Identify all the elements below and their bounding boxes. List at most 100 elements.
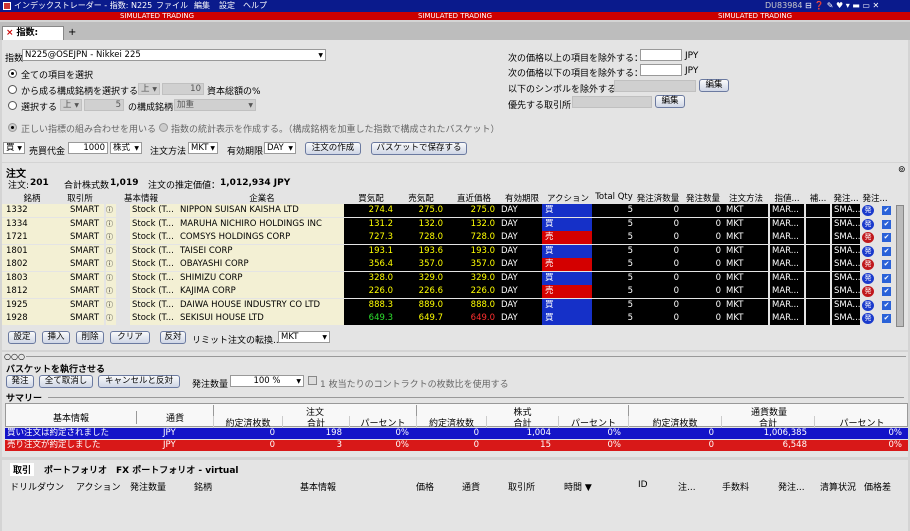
from-direction-select[interactable]: 上: [138, 83, 160, 95]
menu-file[interactable]: ファイル: [156, 0, 188, 12]
column-header-9[interactable]: Total Qty: [592, 192, 636, 202]
transmit-button[interactable]: 発注: [6, 375, 34, 388]
transmit-badge[interactable]: 発: [862, 286, 874, 297]
transmit-badge[interactable]: 発: [862, 299, 874, 311]
trades-header-6[interactable]: 通貨: [462, 480, 480, 493]
column-header-7[interactable]: 有効期限: [500, 192, 544, 204]
column-header-6[interactable]: 直近価格: [448, 192, 500, 204]
orders-scrollbar[interactable]: [896, 205, 904, 327]
transmit-badge[interactable]: 発: [862, 245, 874, 257]
bottom-tab-0[interactable]: 取引: [10, 463, 35, 476]
exclude-below-input[interactable]: [640, 64, 682, 76]
row-checkbox[interactable]: ✔: [882, 219, 891, 229]
menu-edit[interactable]: 編集: [194, 0, 210, 12]
column-header-3[interactable]: 企業名: [180, 192, 344, 204]
row-checkbox[interactable]: ✔: [882, 233, 891, 242]
index-select[interactable]: N225@OSEJPN - Nikkei 225: [22, 49, 326, 61]
detach-icon[interactable]: ⊚: [898, 165, 906, 175]
action-cell[interactable]: 買: [542, 271, 592, 285]
action-cell[interactable]: 売: [542, 231, 592, 244]
row-checkbox[interactable]: ✔: [882, 287, 891, 296]
trades-header-11[interactable]: 手数料: [722, 480, 749, 493]
edit-exclude-button[interactable]: 編集: [699, 79, 729, 92]
save-basket-button[interactable]: バスケットで保存する: [371, 142, 467, 155]
radio-select-from[interactable]: [8, 85, 17, 94]
bottom-tab-1[interactable]: ポートフォリオ: [44, 463, 107, 476]
action-cell[interactable]: 売: [542, 258, 592, 271]
order-row[interactable]: 1802 SMART ⓘ Stock (T... OBAYASHI CORP 356.4 3…: [2, 258, 908, 271]
amount-input[interactable]: 1000: [68, 142, 108, 154]
row-checkbox[interactable]: ✔: [882, 300, 891, 310]
order-row[interactable]: 1928 SMART ⓘ Stock (T... SEKISUI HOUSE LTD 64…: [2, 312, 908, 325]
orders-button-3[interactable]: クリア: [110, 331, 150, 344]
column-header-10[interactable]: 発注済数量: [636, 192, 680, 204]
orders-button-4[interactable]: 反対: [160, 331, 186, 344]
trades-header-13[interactable]: 清算状況: [820, 480, 856, 493]
column-header-12[interactable]: 注文方法: [724, 192, 768, 204]
exclude-above-input[interactable]: [640, 49, 682, 61]
menu-help[interactable]: ヘルプ: [243, 0, 267, 12]
column-header-5[interactable]: 売気配: [396, 192, 446, 204]
row-checkbox[interactable]: ✔: [882, 246, 891, 256]
transmit-badge[interactable]: 発: [862, 259, 874, 270]
order-row[interactable]: 1803 SMART ⓘ Stock (T... SHIMIZU CORP 328.0 32…: [2, 271, 908, 285]
action-select[interactable]: 買: [3, 142, 25, 154]
from-count-input[interactable]: 10: [162, 83, 204, 95]
order-row[interactable]: 1925 SMART ⓘ Stock (T... DAIWA HOUSE INDUSTR…: [2, 298, 908, 312]
trades-header-3[interactable]: 銘柄: [194, 480, 212, 493]
order-row[interactable]: 1801 SMART ⓘ Stock (T... TAISEI CORP 193.1 193…: [2, 244, 908, 258]
trades-header-5[interactable]: 価格: [416, 480, 434, 493]
column-header-1[interactable]: 取引所: [58, 192, 102, 204]
order-row[interactable]: 1721 SMART ⓘ Stock (T... COMSYS HOLDINGS COR…: [2, 231, 908, 244]
trades-header-14[interactable]: 価格差: [864, 480, 891, 493]
preferred-exchange-input[interactable]: [572, 96, 652, 108]
add-tab-icon[interactable]: +: [68, 27, 76, 38]
action-cell[interactable]: 買: [542, 244, 592, 258]
row-checkbox[interactable]: ✔: [882, 273, 891, 283]
exclude-symbols-input[interactable]: [614, 80, 696, 92]
transmit-badge[interactable]: 発: [862, 232, 874, 243]
action-cell[interactable]: 買: [542, 312, 592, 325]
trades-header-12[interactable]: 発注...: [778, 480, 805, 493]
orders-button-0[interactable]: 設定: [8, 331, 36, 344]
orders-button-2[interactable]: 削除: [76, 331, 104, 344]
action-cell[interactable]: 買: [542, 204, 592, 217]
trades-header-10[interactable]: 注...: [678, 480, 696, 493]
window-controls-icon[interactable]: ⊟ ❓ ✎ ♥ ▾ ▬ ▭ ✕: [805, 0, 879, 12]
ratio-checkbox[interactable]: [308, 376, 317, 385]
qty-percent-select[interactable]: 100 %: [230, 375, 304, 387]
column-header-0[interactable]: 銘柄: [8, 192, 56, 204]
row-checkbox[interactable]: ✔: [882, 206, 891, 215]
row-checkbox[interactable]: ✔: [882, 260, 891, 269]
action-cell[interactable]: 売: [542, 285, 592, 298]
trades-header-7[interactable]: 取引所: [508, 480, 535, 493]
radio-correct-combo[interactable]: [8, 123, 17, 132]
order-row[interactable]: 1812 SMART ⓘ Stock (T... KAJIMA CORP 226.0 226…: [2, 285, 908, 298]
select-count-input[interactable]: 5: [84, 99, 124, 111]
amount-unit-select[interactable]: 株式: [110, 142, 142, 154]
limit-convert-select[interactable]: MKT: [278, 331, 330, 343]
cancel-all-button[interactable]: 全て取消し: [39, 375, 93, 388]
bottom-tab-2[interactable]: FX ポートフォリオ - virtual: [116, 463, 238, 476]
action-cell[interactable]: 買: [542, 298, 592, 312]
column-header-8[interactable]: アクション: [544, 192, 592, 204]
column-header-4[interactable]: 買気配: [346, 192, 396, 204]
transmit-badge[interactable]: 発: [862, 205, 874, 216]
radio-select-n[interactable]: [8, 101, 17, 110]
create-order-button[interactable]: 注文の作成: [305, 142, 361, 155]
transmit-badge[interactable]: 発: [862, 218, 874, 230]
cancel-reverse-button[interactable]: キャンセルと反対: [98, 375, 180, 388]
orders-button-1[interactable]: 挿入: [42, 331, 70, 344]
trades-header-4[interactable]: 基本情報: [300, 480, 336, 493]
weight-select[interactable]: 加重: [174, 99, 256, 111]
action-cell[interactable]: 買: [542, 217, 592, 231]
column-header-11[interactable]: 発注数量: [682, 192, 724, 204]
trades-header-9[interactable]: ID: [638, 480, 648, 490]
transmit-badge[interactable]: 発: [862, 313, 874, 324]
method-select[interactable]: MKT: [188, 142, 218, 154]
order-row[interactable]: 1334 SMART ⓘ Stock (T... MARUHA NICHIRO HOLD…: [2, 217, 908, 231]
menu-settings[interactable]: 設定: [219, 0, 235, 12]
row-checkbox[interactable]: ✔: [882, 314, 891, 323]
radio-stat-display[interactable]: [159, 123, 168, 132]
column-header-2[interactable]: 基本情報: [104, 192, 178, 204]
